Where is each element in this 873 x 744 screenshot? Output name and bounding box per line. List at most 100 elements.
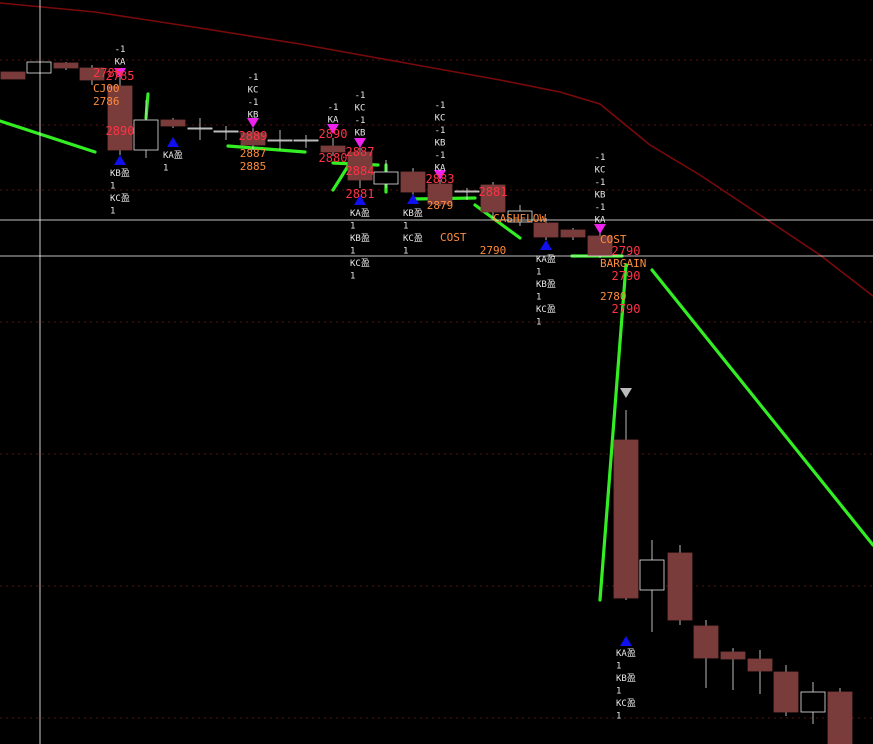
- trend-line: [650, 268, 873, 547]
- signal-text: KB盈: [403, 208, 423, 219]
- signal-text: 1: [616, 712, 621, 722]
- signal-text: 1: [403, 247, 408, 257]
- signal-text: 1: [536, 293, 541, 303]
- signal-text: KC: [355, 104, 366, 114]
- price-label-orange: CJ00: [93, 82, 120, 95]
- signal-text: 1: [350, 222, 355, 232]
- price-label-red: 2890: [106, 124, 135, 138]
- price-label-red: 2880: [319, 151, 348, 165]
- candle: [133, 100, 159, 158]
- signal-text: 1: [110, 182, 115, 192]
- signal-text: 1: [403, 222, 408, 232]
- price-label-orange: 2786: [93, 95, 120, 108]
- price-label-orange: CASHFLOW: [493, 212, 546, 225]
- signal-text: KB盈: [616, 673, 636, 684]
- candles-layer: [0, 61, 853, 744]
- candle: [747, 650, 773, 694]
- signal-text: KA: [328, 116, 339, 126]
- buy-signal-arrow: [167, 137, 179, 147]
- candle: [613, 410, 639, 600]
- bull-candle-body: [293, 139, 319, 142]
- trend-line: [0, 119, 97, 154]
- signal-text: KC盈: [403, 233, 423, 244]
- bear-candle-body: [827, 691, 853, 744]
- candlestick-chart: -1 KA -1 KC -1 KB -1 KA -1 KC -1 KB -1 KC -1 KB -1 KA -1 KC…: [0, 0, 873, 744]
- buy-signal-arrow: [620, 636, 632, 646]
- candle: [293, 135, 319, 148]
- signal-text: 1: [616, 687, 621, 697]
- price-label-orange: 2887: [240, 147, 267, 160]
- price-label-orange: COST: [600, 233, 627, 246]
- signal-text: KA盈: [350, 208, 370, 219]
- bear-candle-body: [533, 222, 559, 238]
- signal-text: KC: [435, 114, 446, 124]
- signal-text: KC盈: [616, 698, 636, 709]
- signal-text: 1: [163, 164, 168, 174]
- price-label-orange: 2879: [427, 199, 454, 212]
- price-label-red: 2890: [319, 127, 348, 141]
- bear-candle-body: [667, 552, 693, 621]
- candle: [400, 168, 426, 196]
- bull-candle-body: [133, 119, 159, 151]
- candle: [213, 126, 239, 140]
- bear-candle-body: [0, 71, 26, 80]
- signal-text: 1: [110, 207, 115, 217]
- candle: [0, 71, 26, 80]
- signal-text: KB盈: [350, 233, 370, 244]
- signal-text: -1: [355, 116, 366, 126]
- price-label-red: 2881: [346, 187, 375, 201]
- bear-candle-body: [693, 625, 719, 659]
- price-label-red: 2881: [479, 185, 508, 199]
- price-label-red: 2889: [239, 129, 268, 143]
- bull-candle-body: [800, 691, 826, 713]
- candle: [667, 545, 693, 625]
- candle: [560, 228, 586, 240]
- signal-text: -1: [595, 153, 606, 163]
- bull-candle-body: [454, 190, 480, 193]
- bear-candle-body: [747, 658, 773, 672]
- price-label-red: 2790: [612, 269, 641, 283]
- price-label-red: 2790: [612, 302, 641, 316]
- signal-text: -1: [595, 203, 606, 213]
- buy-signal-arrow: [540, 240, 552, 250]
- signal-text: KC: [595, 166, 606, 176]
- price-label-red: 2884: [346, 164, 375, 178]
- signal-text: KB盈: [536, 279, 556, 290]
- candle: [187, 118, 213, 140]
- bear-candle-body: [560, 229, 586, 238]
- price-label-orange: 2780: [600, 290, 627, 303]
- candle: [53, 62, 79, 70]
- bear-candle-body: [613, 439, 639, 599]
- candle: [160, 118, 186, 128]
- price-label-red: 2883: [426, 172, 455, 186]
- bear-candle-body: [773, 671, 799, 713]
- candle: [720, 648, 746, 690]
- signal-text: KB: [595, 191, 606, 201]
- signal-text: -1: [328, 103, 339, 113]
- signal-text: 1: [536, 318, 541, 328]
- signal-text: -1: [355, 91, 366, 101]
- chart-canvas[interactable]: -1KA-1KC-1KB-1KA-1KC-1KB-1KC-1KB-1KA-1KC…: [0, 0, 873, 744]
- bull-candle-body: [26, 61, 52, 74]
- candle: [26, 61, 52, 74]
- signal-text: -1: [248, 73, 259, 83]
- grey-signal-arrow: [620, 388, 632, 398]
- signal-text: -1: [595, 178, 606, 188]
- signal-text: -1: [435, 126, 446, 136]
- signal-text: KC盈: [350, 258, 370, 269]
- bull-candle-body: [639, 559, 665, 591]
- signal-text: KA盈: [163, 150, 183, 161]
- price-label-red: 2786: [93, 66, 122, 80]
- bull-candle-body: [373, 171, 399, 185]
- signal-text: KB盈: [110, 168, 130, 179]
- price-label-red: 2887: [346, 145, 375, 159]
- signal-text: KC盈: [536, 304, 556, 315]
- signal-text: KC盈: [110, 193, 130, 204]
- signal-text: 1: [616, 662, 621, 672]
- bull-candle-body: [213, 130, 239, 133]
- candle: [639, 540, 665, 632]
- signal-text: -1: [435, 101, 446, 111]
- signal-text: KA盈: [616, 648, 636, 659]
- price-label-orange: 2885: [240, 160, 267, 173]
- candle: [693, 620, 719, 688]
